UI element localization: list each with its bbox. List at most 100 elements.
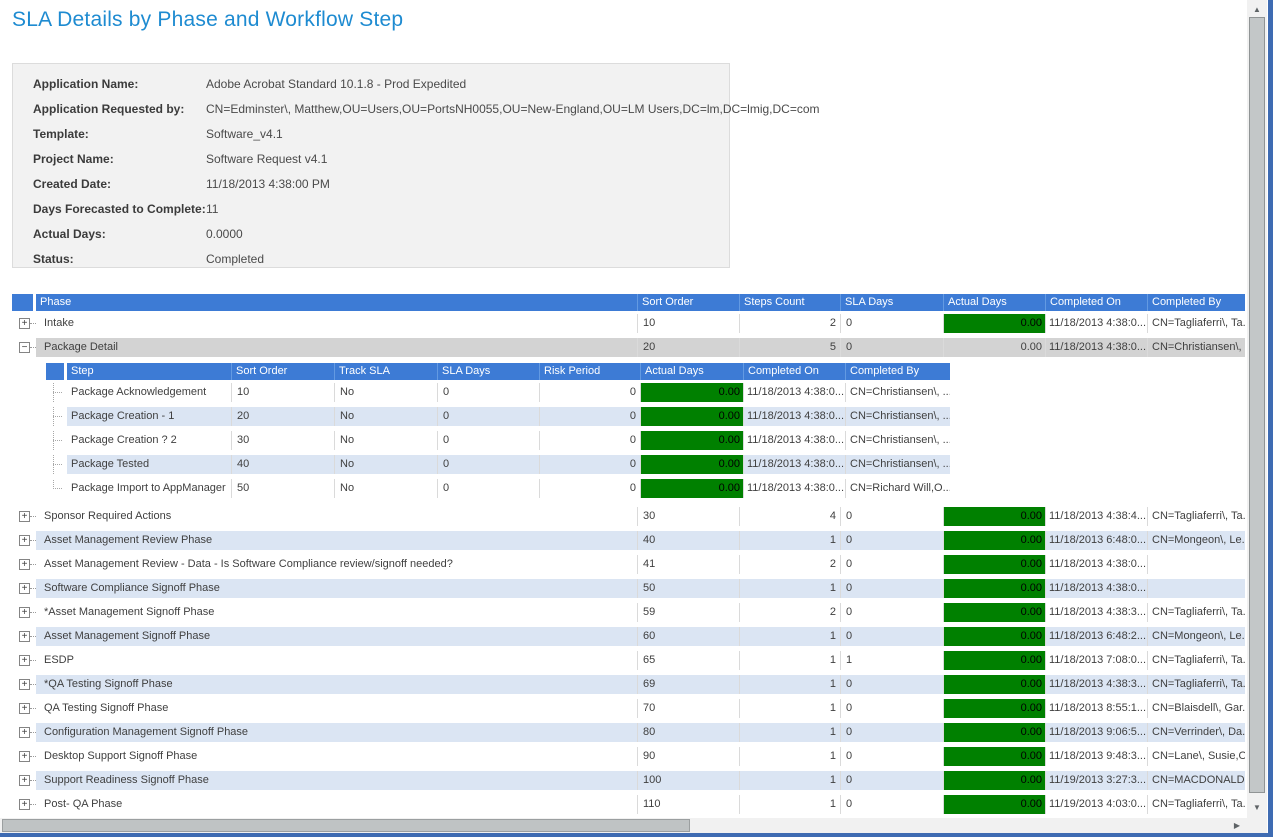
actual-days-cell: 0.00 [944, 314, 1046, 333]
expand-icon[interactable]: + [19, 631, 30, 642]
risk-period-cell: 0 [540, 455, 641, 474]
collapse-icon[interactable]: − [19, 342, 30, 353]
info-row-status: Status: Completed [13, 247, 729, 272]
completed-by-cell: CN=Tagliaferri\, Ta... [1148, 651, 1245, 670]
completed-by-cell: CN=Mongeon\, Le... [1148, 627, 1245, 646]
phase-table: Phase Sort Order Steps Count SLA Days Ac… [12, 294, 1245, 816]
expand-icon[interactable]: + [19, 679, 30, 690]
expand-icon[interactable]: + [19, 559, 30, 570]
horizontal-scrollbar-thumb[interactable] [2, 819, 690, 832]
completed-by-cell: CN=MACDONALD... [1148, 771, 1245, 790]
table-row-asset-management-signoff-star: + *Asset Management Signoff Phase 59 2 0… [12, 600, 1245, 624]
col-header-sla-days: SLA Days [438, 363, 540, 380]
phase-cell: Desktop Support Signoff Phase [36, 747, 638, 766]
step-table: Step Sort Order Track SLA SLA Days Risk … [46, 363, 950, 500]
risk-period-cell: 0 [540, 383, 641, 402]
table-row-qa-testing-signoff: + QA Testing Signoff Phase 70 1 0 0.00 1… [12, 696, 1245, 720]
sort-order-cell: 30 [638, 507, 740, 526]
steps-count-cell: 1 [740, 651, 841, 670]
actual-days-cell: 0.00 [944, 507, 1046, 526]
expand-icon[interactable]: + [19, 799, 30, 810]
scrollbar-corner [1247, 817, 1267, 833]
track-sla-cell: No [335, 407, 438, 426]
actual-days-cell: 0.00 [944, 627, 1046, 646]
col-header-phase: Phase [36, 294, 638, 311]
completed-on-cell: 11/18/2013 4:38:3... [1046, 675, 1148, 694]
steps-count-cell: 1 [740, 795, 841, 814]
info-value: Software_v4.1 [206, 122, 283, 147]
completed-by-cell: CN=Mongeon\, Le... [1148, 531, 1245, 550]
report-info-box: Application Name: Adobe Acrobat Standard… [12, 63, 730, 268]
expand-icon[interactable]: + [19, 655, 30, 666]
vertical-scrollbar[interactable]: ▲ ▼ [1247, 0, 1267, 817]
steps-count-cell: 1 [740, 723, 841, 742]
completed-on-cell: 11/18/2013 9:06:5... [1046, 723, 1148, 742]
steps-count-cell: 4 [740, 507, 841, 526]
tree-dots [30, 540, 36, 541]
horizontal-scrollbar[interactable]: ▶ [0, 818, 1247, 833]
info-value: CN=Edminster\, Matthew,OU=Users,OU=Ports… [206, 97, 820, 122]
expand-icon[interactable]: + [19, 727, 30, 738]
phase-cell: QA Testing Signoff Phase [36, 699, 638, 718]
sort-order-cell: 69 [638, 675, 740, 694]
completed-on-cell: 11/18/2013 4:38:3... [1046, 603, 1148, 622]
completed-by-cell: CN=Tagliaferri\, Ta... [1148, 795, 1245, 814]
phase-cell: Support Readiness Signoff Phase [36, 771, 638, 790]
table-row-support-readiness-signoff: + Support Readiness Signoff Phase 100 1 … [12, 768, 1245, 792]
actual-days-cell: 0.00 [944, 699, 1046, 718]
phase-cell: Package Detail [36, 338, 638, 357]
completed-by-cell [1148, 579, 1245, 598]
phase-cell: Software Compliance Signoff Phase [36, 579, 638, 598]
completed-on-cell: 11/18/2013 4:38:4... [1046, 507, 1148, 526]
expand-icon[interactable]: + [19, 583, 30, 594]
completed-on-cell: 11/18/2013 4:38:0... [744, 431, 846, 450]
sla-days-cell: 0 [841, 555, 944, 574]
info-label: Actual Days: [33, 222, 106, 247]
step-cell: Package Acknowledgement [67, 383, 232, 402]
sla-days-cell: 0 [841, 771, 944, 790]
col-header-actual-days: Actual Days [944, 294, 1046, 311]
actual-days-cell: 0.00 [944, 747, 1046, 766]
expand-icon[interactable]: + [19, 607, 30, 618]
col-header-completed-by: Completed By [1148, 294, 1245, 311]
page-title: SLA Details by Phase and Workflow Step [12, 8, 403, 32]
sla-days-cell: 0 [438, 455, 540, 474]
expand-icon[interactable]: + [19, 775, 30, 786]
actual-days-cell: 0.00 [641, 455, 744, 474]
sla-days-cell: 0 [841, 723, 944, 742]
track-sla-cell: No [335, 479, 438, 498]
info-row-created-date: Created Date: 11/18/2013 4:38:00 PM [13, 172, 729, 197]
actual-days-cell: 0.00 [944, 338, 1046, 357]
sort-order-cell: 50 [232, 479, 335, 498]
expand-icon[interactable]: + [19, 535, 30, 546]
scroll-up-icon[interactable]: ▲ [1247, 2, 1267, 17]
sla-days-cell: 1 [841, 651, 944, 670]
actual-days-cell: 0.00 [944, 555, 1046, 574]
scroll-right-icon[interactable]: ▶ [1229, 818, 1245, 833]
completed-by-cell: CN=Christiansen\, ... [846, 383, 950, 402]
sort-order-cell: 40 [638, 531, 740, 550]
expand-icon[interactable]: + [19, 511, 30, 522]
sort-order-cell: 90 [638, 747, 740, 766]
step-row-package-import: Package Import to AppManager 50 No 0 0 0… [46, 476, 950, 500]
tree-dots [30, 732, 36, 733]
col-header-completed-on: Completed On [1046, 294, 1148, 311]
completed-by-cell: CN=Verrinder\, Da... [1148, 723, 1245, 742]
actual-days-cell: 0.00 [944, 771, 1046, 790]
info-value: 0.0000 [206, 222, 243, 247]
info-row-application-name: Application Name: Adobe Acrobat Standard… [13, 72, 729, 97]
actual-days-cell: 0.00 [944, 795, 1046, 814]
vertical-scrollbar-thumb[interactable] [1249, 17, 1265, 793]
col-header-sort-order: Sort Order [638, 294, 740, 311]
expand-icon[interactable]: + [19, 751, 30, 762]
tree-dots [30, 612, 36, 613]
completed-on-cell: 11/18/2013 8:55:1... [1046, 699, 1148, 718]
completed-on-cell: 11/18/2013 6:48:0... [1046, 531, 1148, 550]
actual-days-cell: 0.00 [641, 407, 744, 426]
table-row-asset-management-signoff: + Asset Management Signoff Phase 60 1 0 … [12, 624, 1245, 648]
table-row-package-detail: − Package Detail 20 5 0 0.00 11/18/2013 … [12, 335, 1245, 359]
expand-icon[interactable]: + [19, 318, 30, 329]
scroll-down-icon[interactable]: ▼ [1247, 800, 1267, 815]
expand-icon[interactable]: + [19, 703, 30, 714]
completed-on-cell: 11/18/2013 9:48:3... [1046, 747, 1148, 766]
